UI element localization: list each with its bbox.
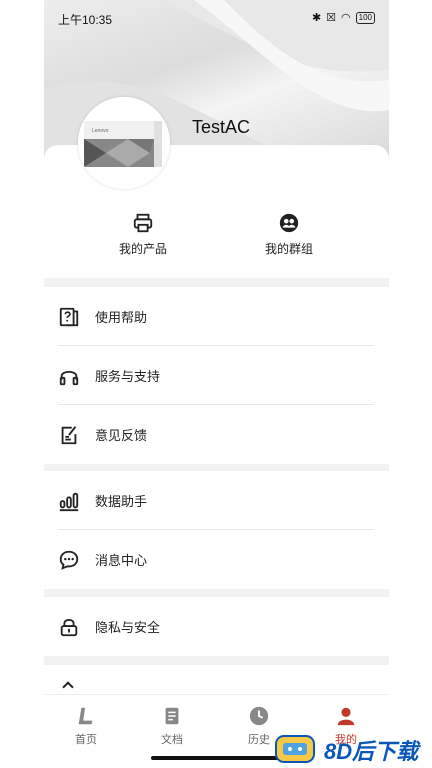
headphones-icon	[59, 370, 79, 385]
document-icon	[165, 707, 179, 725]
tab-home-label: 首页	[75, 734, 97, 746]
chat-bubble-icon	[59, 550, 79, 570]
menu-item-privacy[interactable]: 隐私与安全	[44, 597, 389, 656]
menu-item-feedback-label: 意见反馈	[95, 428, 148, 443]
menu-item-help-label: 使用帮助	[95, 310, 148, 325]
battery-icon: 100	[355, 11, 375, 24]
svg-text:Lenovo: Lenovo	[92, 128, 109, 134]
my-groups-label: 我的群组	[264, 242, 313, 256]
bar-chart-icon	[59, 492, 79, 511]
tab-documents[interactable]: 文档	[142, 705, 202, 747]
group-icon	[279, 213, 299, 233]
tab-history-label: 历史	[248, 734, 270, 746]
menu-item-privacy-label: 隐私与安全	[95, 620, 161, 635]
my-groups-button[interactable]: 我的群组	[249, 212, 329, 257]
watermark-text: 8D后下载	[324, 739, 419, 764]
my-products-label: 我的产品	[118, 242, 167, 256]
avatar[interactable]: Lenovo	[78, 97, 170, 189]
username: TestAC	[192, 117, 251, 137]
printer-avatar-image: Lenovo	[78, 97, 170, 189]
watermark: 8D后下载	[272, 728, 432, 768]
my-products-button[interactable]: 我的产品	[103, 212, 183, 257]
menu-group-data: 数据助手 消息中心	[44, 471, 389, 589]
watermark-logo-icon	[275, 735, 315, 763]
help-icon	[59, 307, 79, 326]
signal-off-icon: ☒	[326, 12, 337, 24]
tab-home[interactable]: 首页	[56, 705, 116, 747]
edit-note-icon	[61, 425, 77, 444]
menu-group-privacy: 隐私与安全	[44, 597, 389, 656]
printer-icon	[133, 213, 153, 233]
user-icon	[337, 707, 355, 726]
menu-item-data-assistant[interactable]: 数据助手	[44, 471, 389, 530]
tab-documents-label: 文档	[161, 734, 183, 746]
status-bar: 上午10:35 ✱ ☒ ◠ 100	[44, 8, 389, 30]
home-indicator	[151, 756, 281, 760]
lock-icon	[60, 618, 78, 636]
status-time: 上午10:35	[58, 13, 113, 27]
menu-group-partial	[44, 665, 389, 694]
menu-item-feedback[interactable]: 意见反馈	[44, 405, 389, 464]
menu-group-support: 使用帮助 服务与支持 意见反馈	[44, 287, 389, 464]
menu-item-help[interactable]: 使用帮助	[44, 287, 389, 346]
menu-item-service-label: 服务与支持	[95, 369, 161, 384]
menu-item-message-center[interactable]: 消息中心	[44, 530, 389, 589]
menu-item-message-center-label: 消息中心	[95, 553, 148, 568]
menu-item-service[interactable]: 服务与支持	[44, 346, 389, 405]
wifi-icon: ◠	[341, 12, 351, 24]
menu-item-data-assistant-label: 数据助手	[95, 494, 148, 509]
partial-item-icon	[62, 681, 74, 693]
home-l-icon	[78, 707, 93, 725]
app-screen: 上午10:35 ✱ ☒ ◠ 100 Lenovo TestAC 我的产品 我的群…	[44, 0, 389, 768]
bluetooth-icon: ✱	[311, 12, 322, 24]
clock-icon	[249, 706, 269, 726]
